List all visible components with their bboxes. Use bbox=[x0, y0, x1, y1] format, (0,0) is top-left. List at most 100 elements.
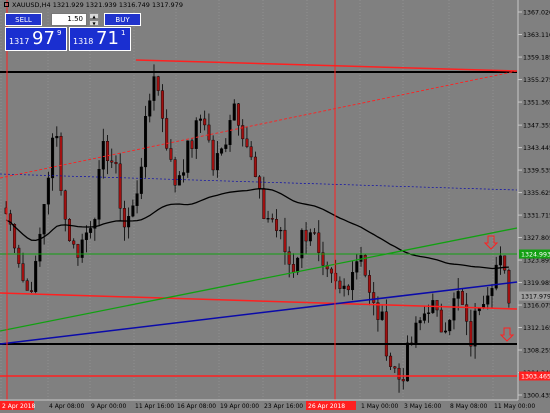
candle-body bbox=[42, 204, 46, 235]
candle-body bbox=[169, 148, 173, 160]
time-axis: 2 Apr 2018 4 Apr 08:00 9 Apr 00:00 11 Apr 1… bbox=[0, 401, 535, 410]
candle-body bbox=[194, 120, 198, 149]
candle-body bbox=[435, 300, 439, 311]
lot-size-input[interactable]: 1.50 bbox=[51, 13, 87, 26]
price-tick-label: 1359.185 bbox=[523, 55, 550, 62]
time-tick-label: 23 Apr 16:00 bbox=[264, 403, 303, 410]
time-tick-label: 16 Apr 08:00 bbox=[177, 403, 216, 410]
candle-body bbox=[51, 137, 55, 179]
candle-body bbox=[144, 116, 148, 168]
candle-body bbox=[367, 275, 371, 293]
candle-body bbox=[110, 160, 114, 163]
candle-body bbox=[321, 252, 325, 266]
candle-body bbox=[186, 140, 190, 173]
candle-body bbox=[498, 255, 502, 266]
price-tick-label: 1327.805 bbox=[523, 235, 550, 242]
candle-body bbox=[258, 176, 262, 189]
time-tick-label: 4 Apr 08:00 bbox=[49, 403, 84, 410]
candle-body bbox=[329, 268, 333, 274]
sell-button[interactable]: SELL bbox=[5, 13, 42, 26]
candle-body bbox=[232, 103, 236, 121]
lot-increase-icon[interactable]: ▲ bbox=[89, 13, 99, 19]
candle-body bbox=[177, 175, 181, 186]
candle-body bbox=[224, 144, 228, 149]
chart-background bbox=[0, 0, 550, 413]
candle-body bbox=[182, 172, 186, 176]
candle-body bbox=[490, 288, 494, 296]
candle-body bbox=[401, 379, 405, 382]
one-click-trading-panel[interactable]: SELL 1.50 ▲ ▼ BUY 1317 97 9 1318 71 1 bbox=[5, 11, 141, 55]
candle-body bbox=[207, 124, 211, 141]
ask-price-prefix: 1318 bbox=[73, 37, 94, 46]
price-tick-label: 1308.255 bbox=[523, 348, 550, 355]
candle-body bbox=[304, 229, 308, 242]
candle-body bbox=[131, 205, 135, 217]
candle-body bbox=[414, 322, 418, 344]
time-tick-label: 19 Apr 00:00 bbox=[220, 403, 259, 410]
price-tick-label: 1300.435 bbox=[523, 393, 550, 400]
price-tick-label: 1355.275 bbox=[523, 77, 550, 84]
price-chart[interactable]: 1367.020 1363.110 1359.185 1355.275 1351.365… bbox=[0, 0, 550, 413]
candle-body bbox=[507, 270, 511, 304]
candle-body bbox=[249, 146, 253, 158]
candle-body bbox=[72, 240, 76, 245]
symbol-menu-icon[interactable] bbox=[4, 2, 9, 7]
time-tick-label: 8 May 08:00 bbox=[450, 403, 488, 410]
price-tick-label: 1335.625 bbox=[523, 190, 550, 197]
time-tick-label: 11 Apr 16:00 bbox=[135, 403, 174, 410]
candle-body bbox=[228, 120, 232, 145]
bid-quote-button[interactable]: 1317 97 9 bbox=[5, 27, 67, 51]
candle-body bbox=[97, 169, 101, 220]
candle-body bbox=[477, 308, 481, 312]
candle-body bbox=[156, 76, 160, 91]
bid-price-main: 97 bbox=[32, 28, 55, 49]
chart-canvas[interactable]: 1367.020 1363.110 1359.185 1355.275 1351.365… bbox=[0, 0, 550, 413]
candle-body bbox=[308, 232, 312, 242]
lot-decrease-icon[interactable]: ▼ bbox=[89, 20, 99, 26]
candle-body bbox=[279, 229, 283, 232]
ask-quote-button[interactable]: 1318 71 1 bbox=[69, 27, 131, 51]
candle-body bbox=[198, 118, 202, 121]
candle-body bbox=[122, 208, 126, 228]
candle-body bbox=[59, 136, 63, 191]
symbol-info: XAUUSD,H4 1321.929 1321.939 1316.749 131… bbox=[12, 1, 183, 9]
candle-body bbox=[439, 309, 443, 333]
price-tick-label: 1363.110 bbox=[523, 32, 550, 39]
candle-body bbox=[173, 159, 177, 186]
candle-body bbox=[393, 366, 397, 369]
candle-body bbox=[118, 163, 122, 209]
price-tick-label: 1312.165 bbox=[523, 325, 550, 332]
candle-body bbox=[148, 100, 152, 117]
candle-body bbox=[291, 264, 295, 273]
price-tick-label: 1316.075 bbox=[523, 303, 550, 310]
ask-price-main: 71 bbox=[96, 28, 119, 49]
candle-body bbox=[313, 232, 317, 234]
price-tick-label: 1347.355 bbox=[523, 123, 550, 130]
candle-body bbox=[236, 103, 240, 126]
time-tick-label: 3 May 16:00 bbox=[404, 403, 442, 410]
candle-body bbox=[89, 228, 93, 233]
candle-body bbox=[452, 298, 456, 321]
candle-body bbox=[211, 139, 215, 171]
candle-body bbox=[215, 153, 219, 171]
candle-body bbox=[384, 311, 388, 357]
candle-body bbox=[21, 263, 25, 281]
buy-button[interactable]: BUY bbox=[104, 13, 141, 26]
time-tick-label: 26 Apr 2018 bbox=[308, 403, 345, 410]
candle-body bbox=[67, 219, 71, 242]
bid-price-fraction: 9 bbox=[57, 29, 62, 37]
candle-body bbox=[17, 247, 21, 264]
candle-body bbox=[456, 291, 460, 299]
candle-body bbox=[389, 355, 393, 367]
price-tick-label: 1351.365 bbox=[523, 100, 550, 107]
candle-body bbox=[139, 166, 143, 194]
time-tick-label: 1 May 00:00 bbox=[361, 403, 399, 410]
candle-body bbox=[55, 136, 59, 139]
candle-body bbox=[76, 244, 80, 258]
candle-body bbox=[422, 313, 426, 321]
ask-price-fraction: 1 bbox=[121, 29, 126, 37]
candle-body bbox=[283, 229, 287, 252]
price-tick-label: 1319.985 bbox=[523, 280, 550, 287]
candle-body bbox=[245, 138, 249, 147]
price-tick-label: 1367.020 bbox=[523, 10, 550, 17]
